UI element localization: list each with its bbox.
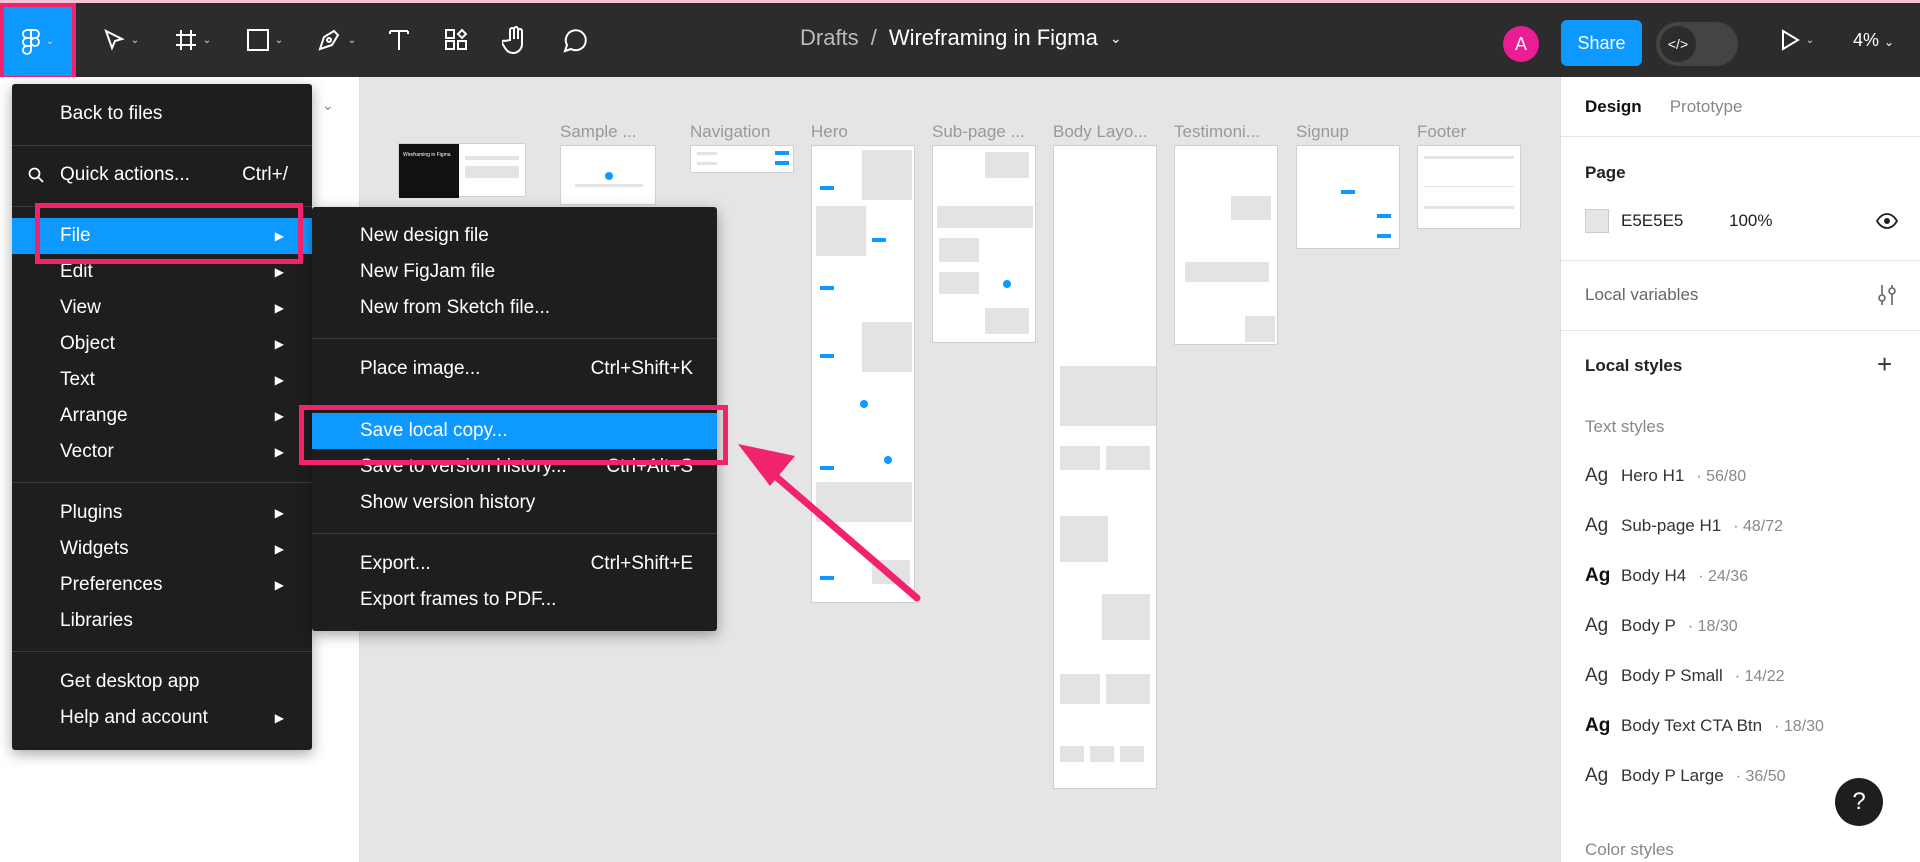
annotation-arrow-icon xyxy=(738,444,921,602)
figma-app: ⌄ ⌄ ⌄ ⌄ ⌄ Drafts / Wireframing in Figma … xyxy=(0,0,1920,862)
